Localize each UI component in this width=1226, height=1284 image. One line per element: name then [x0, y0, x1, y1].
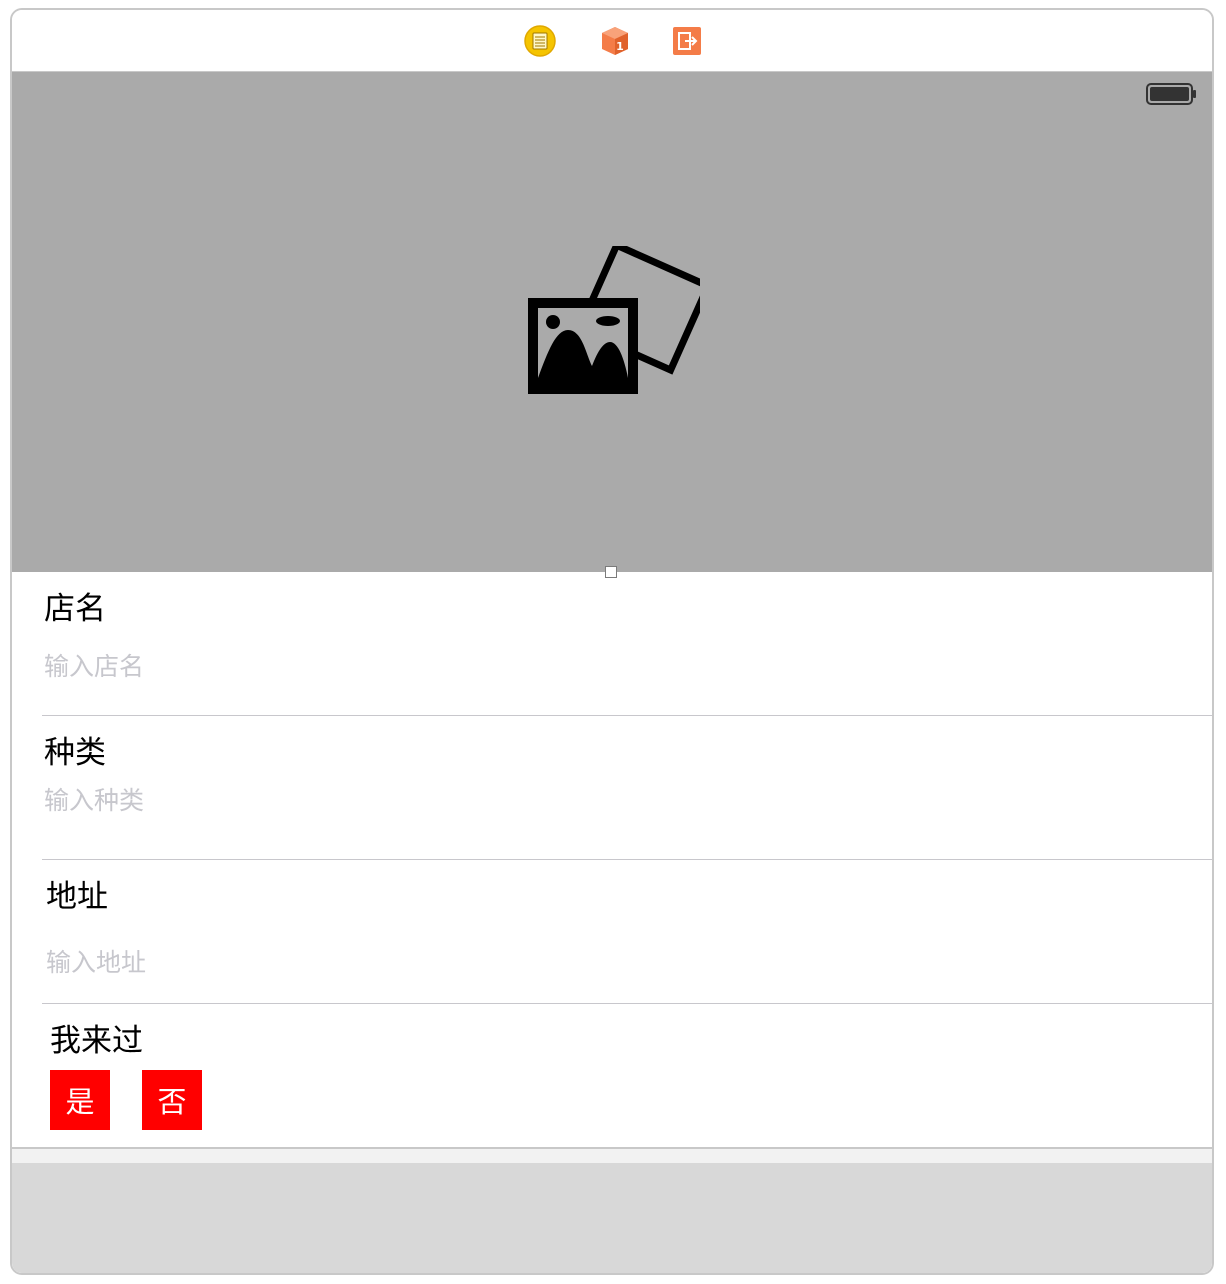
photo-icon — [524, 240, 713, 402]
resize-handle[interactable] — [605, 566, 617, 578]
name-label: 店名 — [44, 591, 106, 627]
separator — [42, 715, 1212, 716]
canvas-background — [12, 1163, 1212, 1273]
storyboard-scene-frame: 1 店名 输入店名 种类 输入种类 地址 输入地址 我来过 是 否 — [10, 8, 1214, 1275]
visited-no-button[interactable]: 否 — [142, 1070, 202, 1130]
exit-icon[interactable] — [672, 26, 702, 56]
separator — [42, 1003, 1212, 1004]
name-input[interactable]: 输入店名 — [44, 654, 144, 679]
address-input[interactable]: 输入地址 — [46, 950, 146, 975]
scene-dock: 1 — [12, 10, 1212, 72]
view-controller-icon[interactable] — [524, 25, 556, 57]
type-input[interactable]: 输入种类 — [44, 788, 144, 813]
type-label: 种类 — [44, 735, 106, 771]
view-controller-scene: 店名 输入店名 种类 输入种类 地址 输入地址 我来过 是 否 — [12, 72, 1212, 1273]
restaurant-image-view[interactable] — [12, 72, 1212, 572]
svg-text:1: 1 — [616, 40, 624, 53]
address-label: 地址 — [46, 879, 108, 915]
first-responder-icon[interactable]: 1 — [599, 25, 631, 57]
separator — [42, 859, 1212, 860]
visited-yes-button[interactable]: 是 — [50, 1070, 110, 1130]
battery-icon — [1146, 83, 1198, 109]
bottom-divider — [12, 1147, 1212, 1163]
visited-label: 我来过 — [50, 1023, 143, 1059]
